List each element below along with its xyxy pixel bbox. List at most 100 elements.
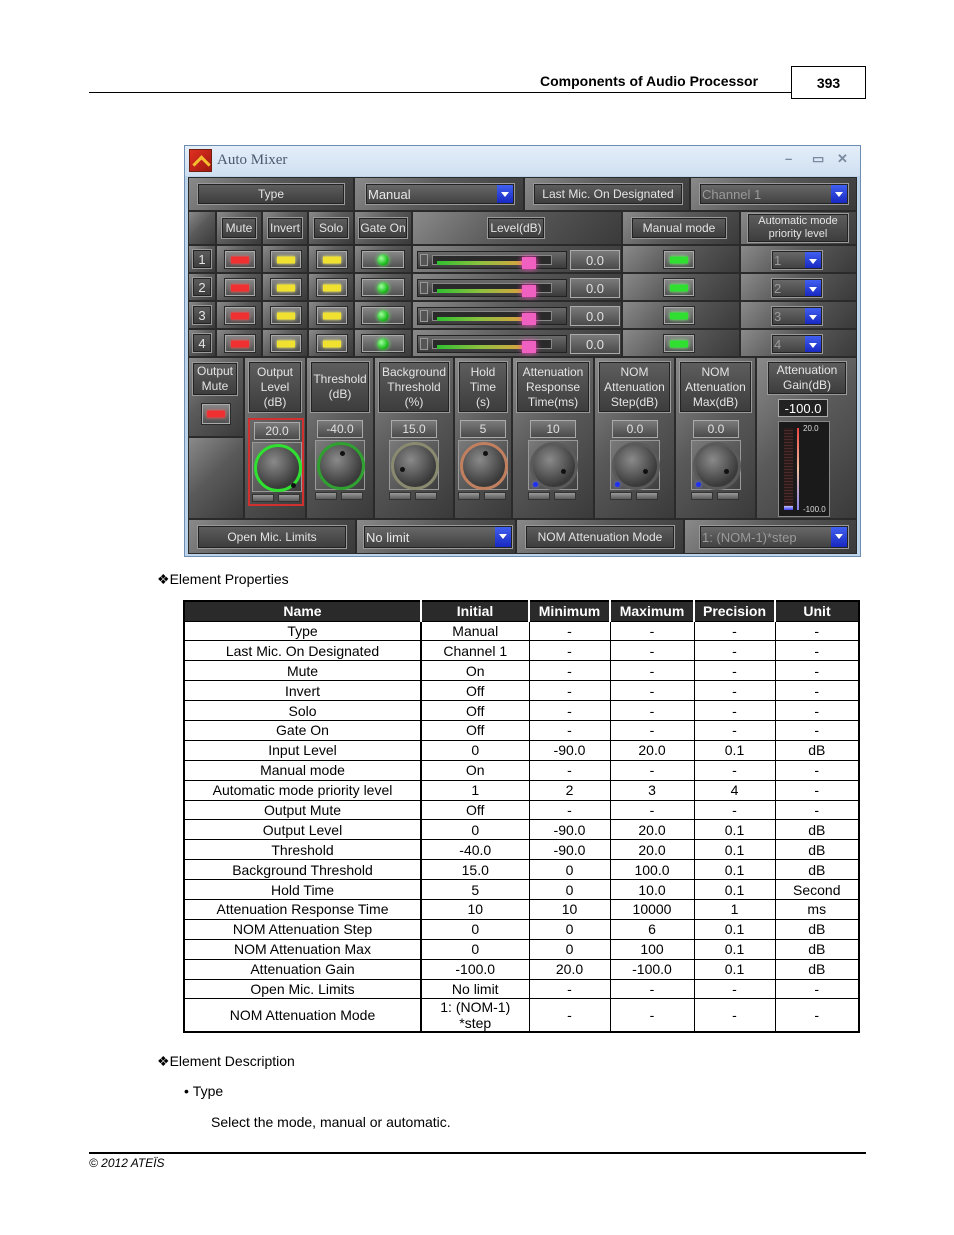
level-value[interactable]: 0.0 — [570, 250, 620, 270]
chevron-down-icon[interactable] — [831, 527, 847, 547]
knob-decrement-button[interactable] — [458, 492, 480, 500]
invert-header-cell: Invert — [262, 211, 308, 245]
output-spacer-cell — [188, 437, 244, 519]
auto-mixer-window: Auto Mixer – ▭ ✕ Type Manual Last Mic. O… — [184, 145, 861, 557]
slider-thumb[interactable] — [521, 257, 536, 269]
mute-toggle[interactable] — [224, 306, 256, 325]
slider-thumb[interactable] — [521, 313, 536, 325]
knob-increment-button[interactable] — [278, 494, 300, 502]
table-row: Solo Off - - - - — [183, 700, 860, 721]
level-slider[interactable] — [417, 251, 580, 269]
solo-toggle[interactable] — [316, 306, 348, 325]
priority-dropdown[interactable]: 2 — [771, 278, 823, 298]
mute-cell — [216, 273, 262, 301]
knob-value[interactable]: 20.0 — [254, 422, 300, 440]
chevron-down-icon[interactable] — [831, 185, 847, 203]
mute-toggle[interactable] — [224, 334, 256, 353]
knob-panel — [691, 440, 741, 490]
invert-toggle[interactable] — [270, 334, 302, 353]
knob-pointer — [340, 451, 345, 456]
knob-decrement-button[interactable] — [528, 492, 550, 500]
chevron-down-icon[interactable] — [805, 308, 821, 324]
knob-increment-button[interactable] — [636, 492, 658, 500]
manual-mode-toggle[interactable] — [663, 278, 695, 297]
slider-left-arrow[interactable] — [420, 254, 428, 266]
property-value: 0 — [420, 739, 530, 761]
rotary-knob[interactable] — [460, 442, 508, 490]
mute-toggle[interactable] — [224, 278, 256, 297]
manual-mode-toggle[interactable] — [663, 334, 695, 353]
chevron-down-icon[interactable] — [495, 527, 511, 547]
manual-mode-toggle[interactable] — [663, 306, 695, 325]
slider-thumb[interactable] — [521, 341, 536, 353]
invert-toggle[interactable] — [270, 278, 302, 297]
invert-toggle[interactable] — [270, 306, 302, 325]
knob-decrement-button[interactable] — [252, 494, 274, 502]
chevron-down-icon[interactable] — [805, 280, 821, 296]
table-row: Type Manual - - - - — [183, 620, 860, 642]
property-value: - — [609, 620, 695, 642]
knob-frame: 20.0 — [248, 418, 304, 506]
level-value[interactable]: 0.0 — [570, 306, 620, 326]
property-value: -40.0 — [420, 839, 530, 861]
manual-mode-indicator — [670, 256, 688, 263]
knob-value[interactable]: 0.0 — [612, 420, 658, 438]
knob-increment-button[interactable] — [484, 492, 506, 500]
chevron-down-icon[interactable] — [805, 252, 821, 268]
solo-toggle[interactable] — [316, 278, 348, 297]
knob-value[interactable]: -40.0 — [317, 420, 363, 438]
rotary-knob[interactable] — [391, 442, 439, 490]
solo-indicator — [323, 312, 341, 319]
property-value: - — [609, 640, 695, 662]
solo-toggle[interactable] — [316, 250, 348, 269]
knob-value[interactable]: 10 — [530, 420, 576, 438]
slider-left-arrow[interactable] — [420, 310, 428, 322]
knob-decrement-button[interactable] — [691, 492, 713, 500]
diamond-bullet-icon: ❖ — [157, 571, 170, 587]
minimize-button[interactable]: – — [785, 151, 792, 166]
maximize-button[interactable]: ▭ — [812, 151, 824, 167]
level-slider[interactable] — [417, 279, 580, 297]
knob-decrement-button[interactable] — [389, 492, 411, 500]
type-dropdown[interactable]: Manual — [365, 183, 515, 205]
slider-left-arrow[interactable] — [420, 338, 428, 350]
open-mic-dropdown[interactable]: No limit — [363, 525, 513, 549]
property-name: NOM Attenuation Step — [183, 918, 422, 940]
level-slider[interactable] — [417, 335, 580, 353]
mute-toggle[interactable] — [224, 250, 256, 269]
slider-thumb[interactable] — [521, 285, 536, 297]
output-mute-button[interactable] — [201, 403, 231, 425]
knob-increment-button[interactable] — [554, 492, 576, 500]
priority-cell: 4 — [740, 329, 857, 357]
last-mic-dropdown[interactable]: Channel 1 — [699, 183, 849, 205]
knob-increment-button[interactable] — [341, 492, 363, 500]
knob-value[interactable]: 5 — [460, 420, 506, 438]
rotary-knob[interactable] — [317, 442, 365, 490]
chevron-down-icon[interactable] — [497, 185, 513, 203]
knob-increment-button[interactable] — [415, 492, 437, 500]
invert-toggle[interactable] — [270, 250, 302, 269]
knob-increment-button[interactable] — [717, 492, 739, 500]
rotary-knob[interactable] — [254, 444, 302, 492]
level-value[interactable]: 0.0 — [570, 334, 620, 354]
title-bar[interactable]: Auto Mixer – ▭ ✕ — [185, 146, 860, 176]
priority-dropdown[interactable]: 3 — [771, 306, 823, 326]
manual-mode-toggle[interactable] — [663, 250, 695, 269]
level-slider[interactable] — [417, 307, 580, 325]
solo-toggle[interactable] — [316, 334, 348, 353]
chevron-down-icon[interactable] — [805, 336, 821, 352]
led-icon — [377, 254, 389, 265]
knob-frame: -40.0 — [313, 418, 369, 506]
priority-dropdown[interactable]: 4 — [771, 334, 823, 354]
knob-value[interactable]: 0.0 — [693, 420, 739, 438]
level-value[interactable]: 0.0 — [570, 278, 620, 298]
property-value: - — [609, 978, 695, 1000]
close-button[interactable]: ✕ — [837, 151, 848, 167]
slider-left-arrow[interactable] — [420, 282, 428, 294]
knob-value[interactable]: 15.0 — [391, 420, 437, 438]
knob-decrement-button[interactable] — [315, 492, 337, 500]
knob-decrement-button[interactable] — [610, 492, 632, 500]
nom-mode-dropdown[interactable]: 1: (NOM-1)*step — [699, 525, 849, 549]
mute-indicator — [231, 340, 249, 347]
priority-dropdown[interactable]: 1 — [771, 250, 823, 270]
